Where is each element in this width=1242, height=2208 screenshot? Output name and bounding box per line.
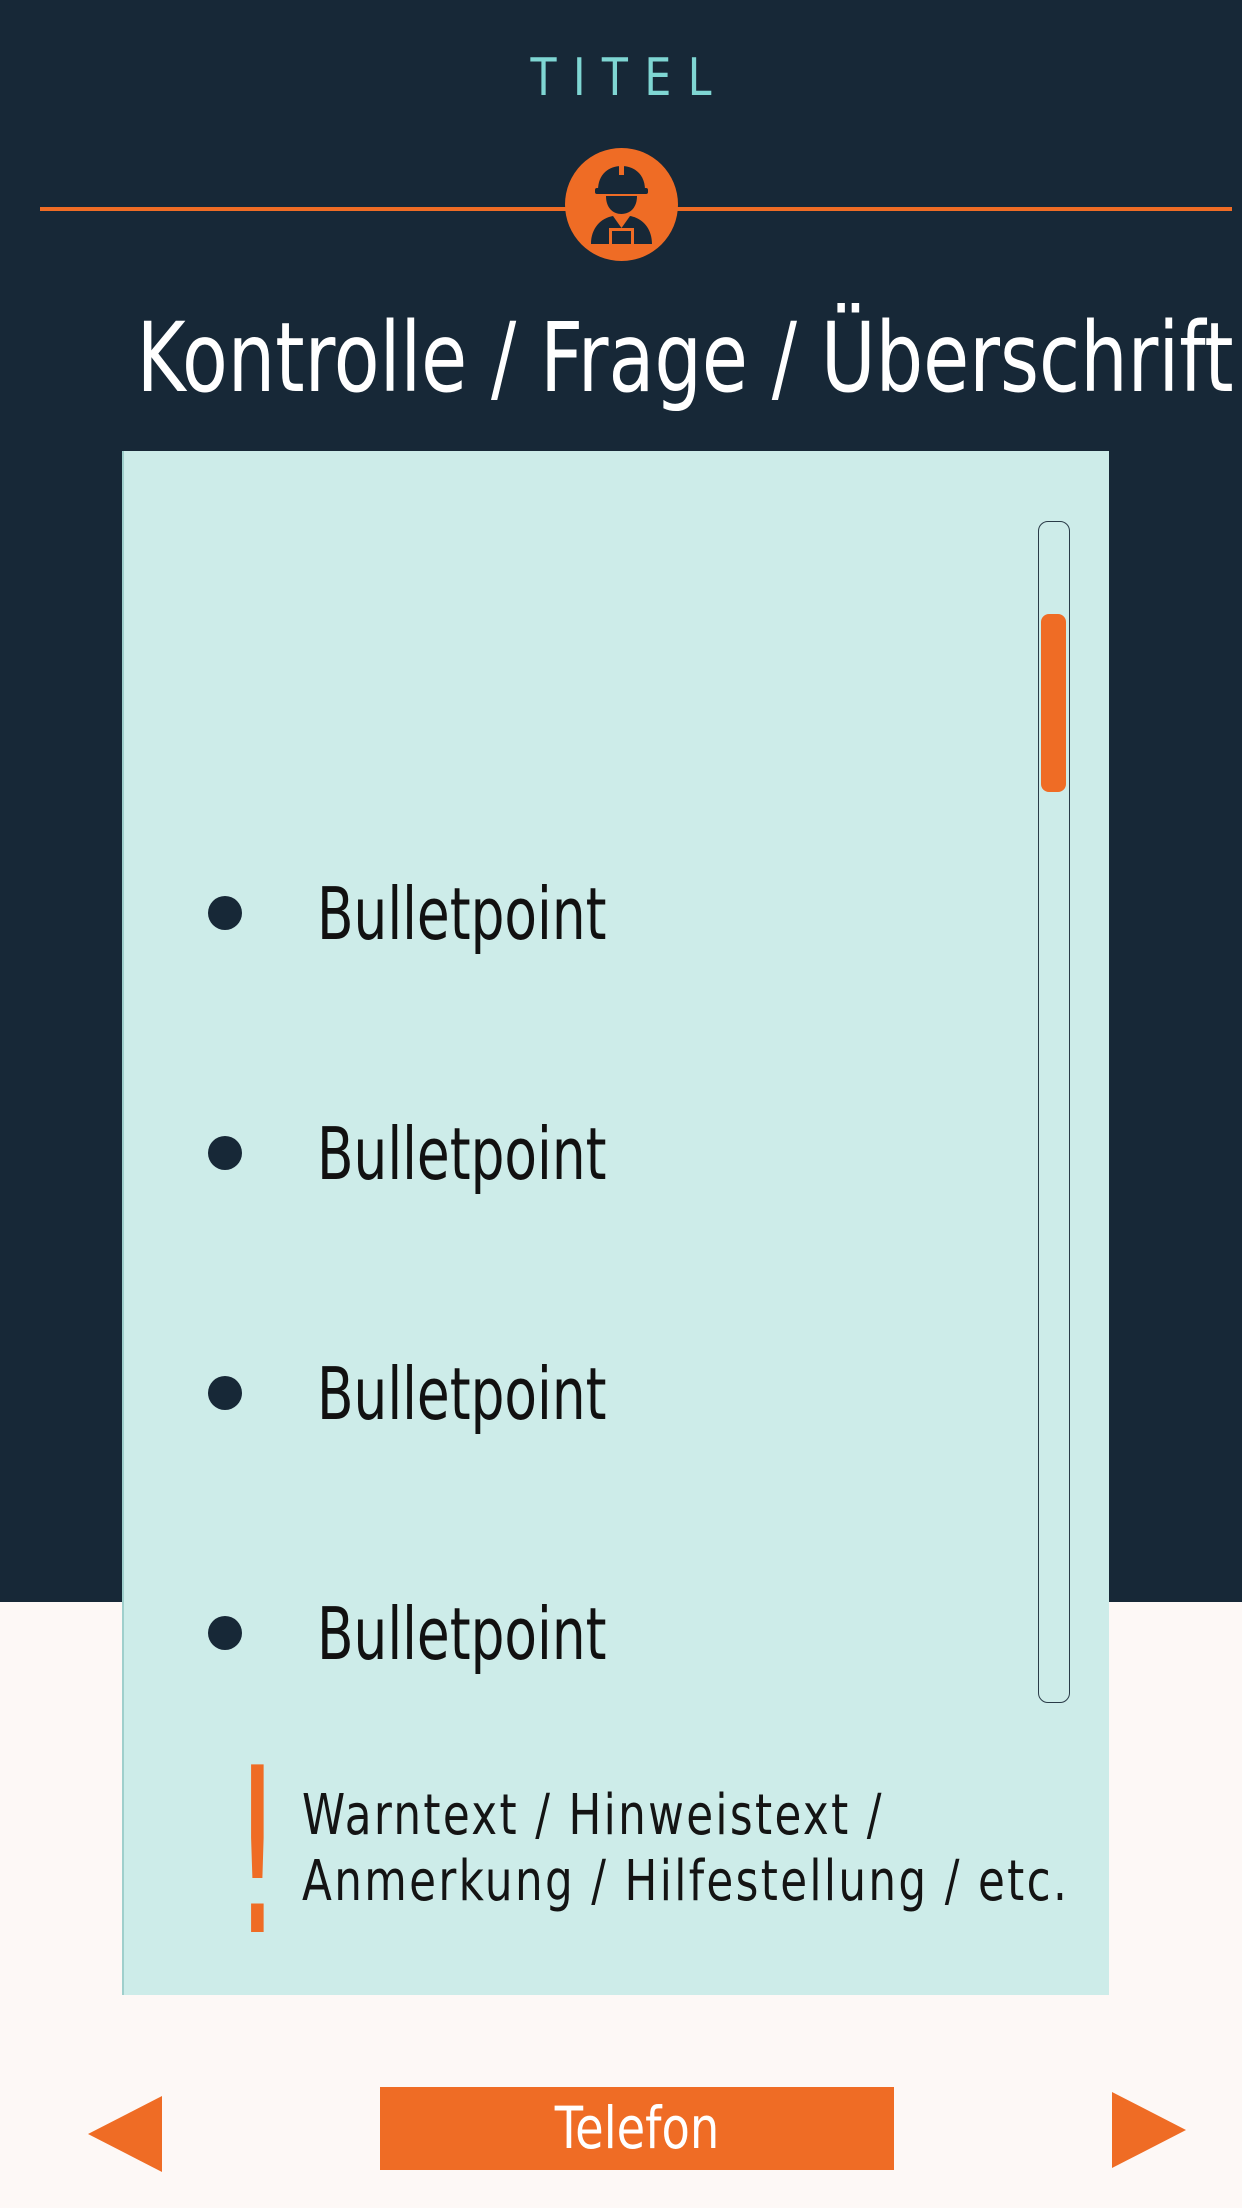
bullet-label: Bulletpoint: [317, 872, 607, 956]
bullet-dot-icon: [208, 1136, 242, 1170]
triangle-left-icon[interactable]: [88, 2096, 162, 2172]
scrollbar-track[interactable]: [1038, 521, 1070, 1703]
scrollbar-thumb[interactable]: [1041, 614, 1066, 792]
triangle-right-icon[interactable]: [1112, 2092, 1186, 2168]
list-item: Bulletpoint: [124, 1104, 1024, 1204]
bullet-label: Bulletpoint: [317, 1592, 607, 1676]
bullet-dot-icon: [208, 896, 242, 930]
worker-badge: [565, 148, 678, 261]
list-item: Bulletpoint: [124, 864, 1024, 964]
bullet-dot-icon: [208, 1376, 242, 1410]
list-item: Bulletpoint: [124, 1584, 1024, 1684]
warning-exclamation-icon: !: [232, 1720, 283, 1987]
warning-text: Warntext / Hinweistext / Anmerkung / Hil…: [302, 1783, 1070, 1915]
content-card: Bulletpoint Bulletpoint Bulletpoint Bull…: [122, 451, 1109, 1995]
header-divider-right: [672, 207, 1232, 211]
warning-line-1: Warntext / Hinweistext /: [302, 1783, 884, 1848]
bullet-dot-icon: [208, 1616, 242, 1650]
bullet-label: Bulletpoint: [317, 1112, 607, 1196]
phone-button-label: Telefon: [554, 2094, 720, 2162]
app-title: TITEL: [530, 48, 728, 108]
page-heading: Kontrolle / Frage / Überschrift: [136, 302, 1234, 414]
bullet-label: Bulletpoint: [317, 1352, 607, 1436]
phone-button[interactable]: Telefon: [380, 2087, 894, 2170]
header-divider-left: [40, 207, 570, 211]
warning-line-2: Anmerkung / Hilfestellung / etc.: [302, 1849, 1070, 1914]
construction-worker-icon: [591, 163, 652, 244]
list-item: Bulletpoint: [124, 1344, 1024, 1444]
